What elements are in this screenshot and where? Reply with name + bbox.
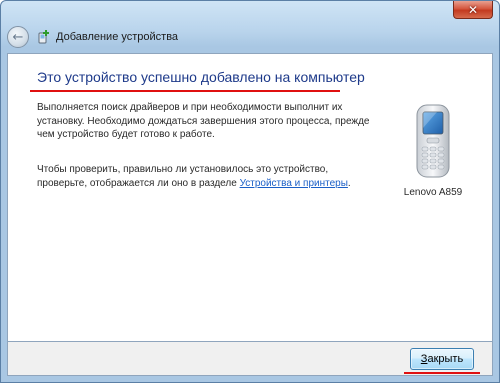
close-button-label: акрыть <box>427 353 464 365</box>
close-button-accelerator: З <box>420 353 428 365</box>
footer: Закрыть <box>1 342 499 382</box>
device-name: Lenovo A859 <box>403 187 463 198</box>
driver-search-text: Выполняется поиск драйверов и при необхо… <box>37 102 370 140</box>
back-button[interactable]: ← <box>7 26 29 48</box>
device-tile: Lenovo A859 <box>398 102 468 198</box>
close-icon: ✕ <box>467 2 479 17</box>
navigation-bar: ← Добавление устройства <box>7 23 493 51</box>
back-arrow-icon: ← <box>12 29 24 45</box>
dialog-window: ✕ ← Добавление устройства Это устройство… <box>0 0 500 383</box>
main-heading: Это устройство успешно добавлено на комп… <box>37 69 365 85</box>
heading-highlight-underline <box>30 90 340 92</box>
verify-text: Чтобы проверить, правильно ли установило… <box>37 163 377 190</box>
content-panel: Это устройство успешно добавлено на комп… <box>7 53 493 342</box>
add-device-icon <box>36 29 52 45</box>
close-button[interactable]: Закрыть <box>410 348 474 370</box>
mobile-phone-icon <box>416 104 450 178</box>
page-title: Добавление устройства <box>56 31 179 43</box>
window-close-button[interactable]: ✕ <box>453 1 493 19</box>
footer-panel: Закрыть <box>7 342 493 376</box>
verify-text-end: . <box>347 177 351 189</box>
title-bar: ✕ <box>1 1 499 21</box>
button-highlight-underline <box>404 372 480 374</box>
devices-and-printers-link[interactable]: Устройства и принтеры <box>240 178 348 189</box>
